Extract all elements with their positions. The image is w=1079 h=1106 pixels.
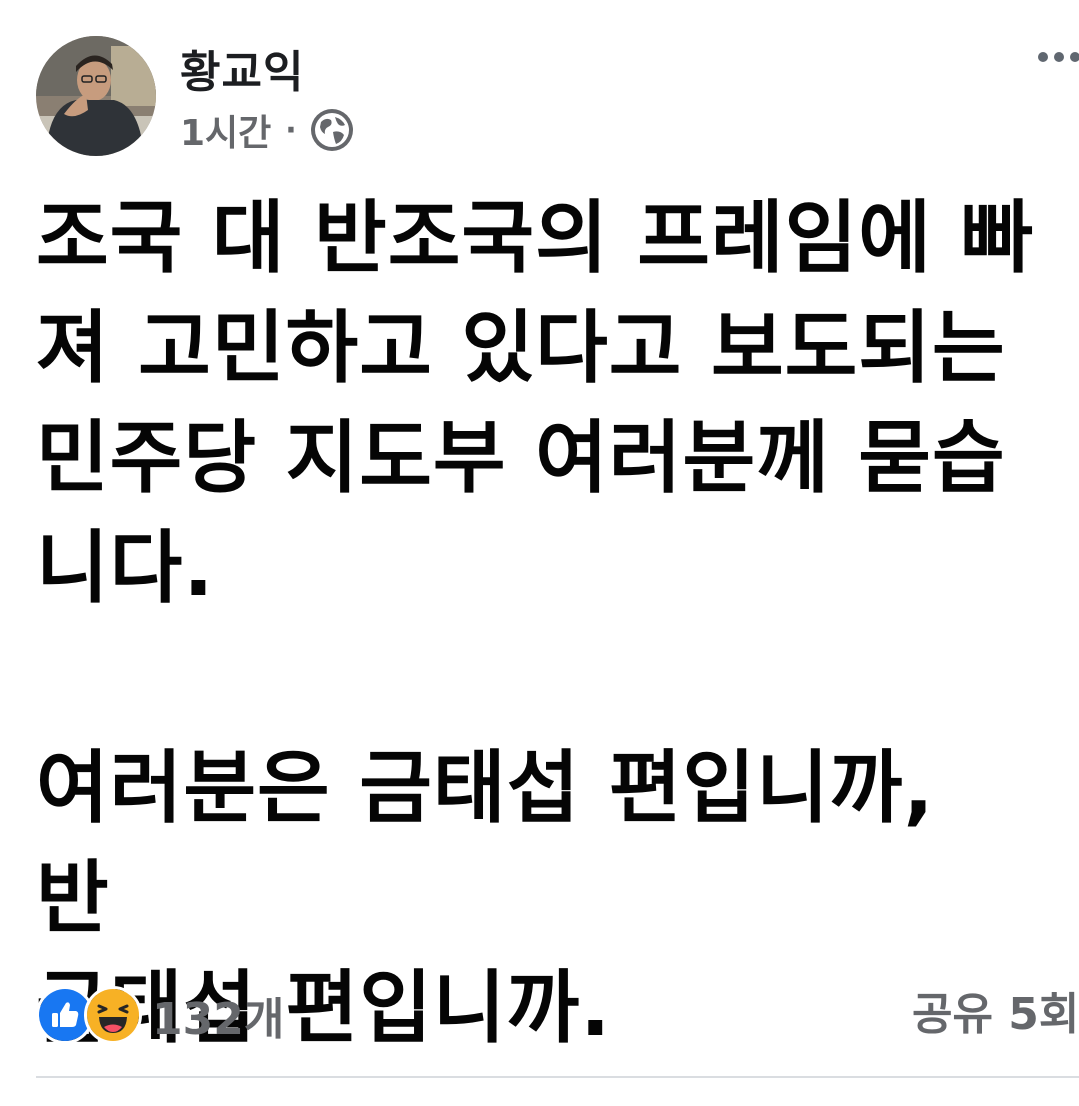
divider	[36, 1076, 1079, 1078]
post-body: 조국 대 반조국의 프레임에 빠 져 고민하고 있다고 보도되는 민주당 지도부…	[36, 183, 1036, 1063]
more-options-icon[interactable]	[1038, 52, 1079, 76]
post-text-line: 니다.	[36, 522, 215, 614]
post-text-line: 져 고민하고 있다고 보도되는	[36, 302, 1006, 394]
reaction-count: 132개	[152, 994, 285, 1045]
post-text-line: 여러분은 금태섭 편입니까, 반	[36, 742, 935, 944]
meta-separator: ·	[285, 112, 297, 148]
haha-icon	[84, 986, 142, 1044]
post-text-line: 조국 대 반조국의 프레임에 빠	[36, 192, 1035, 284]
post-card: 황교익 1시간 · 조국 대 반조국의 프레임에 빠 져 고민하고 있다고 보도…	[0, 0, 1079, 1106]
post-meta: 1시간 ·	[180, 104, 355, 156]
post-timestamp[interactable]: 1시간	[180, 104, 271, 156]
author-name[interactable]: 황교익	[180, 36, 304, 100]
share-count[interactable]: 공유 5회	[912, 988, 1079, 1042]
globe-icon	[309, 107, 355, 153]
post-text-line: 민주당 지도부 여러분께 묻습	[36, 412, 1006, 504]
avatar[interactable]	[36, 36, 156, 156]
reactions-summary[interactable]: 132개	[36, 986, 284, 1045]
